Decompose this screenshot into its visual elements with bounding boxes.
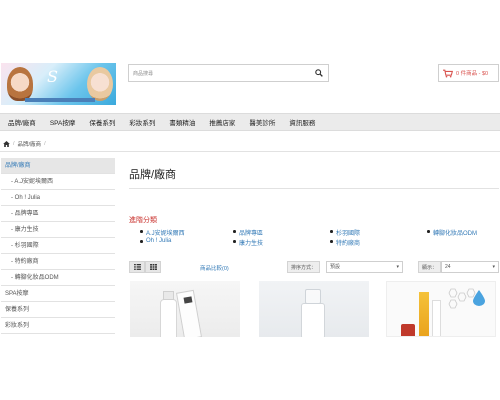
limit-value: 24 [445,264,451,270]
divider [129,188,499,189]
divider [0,151,500,152]
search-button[interactable] [310,65,328,81]
sort-label: 排序方式： [287,261,321,273]
water-drop-icon [473,290,485,306]
breadcrumb: / 品牌/廠商 / [0,138,500,150]
sidebar-item-partners[interactable]: - 特約廠商 [1,254,115,270]
product-bottle [160,299,177,337]
nav-item-books-oils[interactable]: 書類精油 [169,117,195,127]
grid-view-button[interactable] [145,261,161,273]
shopping-cart-icon [443,69,453,77]
cart-summary: 0 件商品 - $0 [456,71,489,77]
product-jar [401,324,415,336]
sidebar-item-makeup[interactable]: 彩妝系列 [1,318,115,334]
nav-item-recommended-stores[interactable]: 推薦店家 [209,117,235,127]
category-link-oh-julia[interactable]: Oh ! Julia [140,238,171,244]
breadcrumb-separator: / [44,141,46,147]
product-pump [305,289,321,304]
logo-mark: S [47,67,58,86]
sidebar-item-skincare[interactable]: 保養系列 [1,302,115,318]
sidebar-item-spa[interactable]: SPA按摩 [1,286,115,302]
site-logo[interactable]: S [1,63,116,105]
category-link-partners[interactable]: 特約廠商 [330,238,360,247]
list-view-button[interactable] [129,261,145,273]
product-bottle [432,300,441,336]
sidebar-item-oh-julia[interactable]: - Oh ! Julia [1,190,115,206]
list-icon [133,264,141,270]
nav-item-brands[interactable]: 品牌/廠商 [8,117,36,127]
nav-item-makeup[interactable]: 彩妝系列 [129,117,155,127]
product-image[interactable] [259,281,369,337]
category-link-aj[interactable]: A.J安妮埃爾西 [140,228,185,237]
category-link-odm[interactable]: 轉腳化妝品ODM [427,228,477,237]
sidebar-item-kangli[interactable]: - 康力生技 [1,222,115,238]
product-compare-link[interactable]: 商品比較(0) [200,264,229,272]
product-bottle [301,303,325,337]
category-link-kangli[interactable]: 康力生技 [233,238,263,247]
limit-label: 顯示： [418,261,442,273]
sidebar-item-shanyu[interactable]: - 杉羽國際 [1,238,115,254]
product-image[interactable] [386,281,496,337]
sort-value: 預設 [330,264,341,270]
nav-item-spa[interactable]: SPA按摩 [50,117,76,127]
nav-item-clinics[interactable]: 醫美診所 [249,117,275,127]
search-box [128,64,329,82]
main-nav: 品牌/廠商 SPA按摩 保養系列 彩妝系列 書類精油 推薦店家 醫美診所 資訊服… [0,113,500,131]
category-link-shanyu[interactable]: 杉羽國際 [330,228,360,237]
product-image[interactable] [130,281,240,337]
sidebar-item-aj[interactable]: - A.J安妮埃爾西 [1,174,115,190]
logo-strip [25,98,95,102]
cart-button[interactable]: 0 件商品 - $0 [438,64,499,82]
nav-item-skincare[interactable]: 保養系列 [89,117,115,127]
model-face-right [87,67,113,101]
page-title: 品牌/廠商 [129,169,177,181]
chevron-down-icon: ▾ [396,264,399,270]
sort-select[interactable]: 預設 ▾ [326,261,403,273]
home-icon[interactable] [3,141,10,147]
limit-select[interactable]: 24 ▾ [441,261,499,273]
sidebar: 品牌/廠商 - A.J安妮埃爾西 - Oh ! Julia - 品牌專區 - 康… [1,158,115,334]
product-bottle [419,292,429,336]
advanced-category-heading: 進階分類 [129,217,157,224]
product-pump [163,291,174,300]
chevron-down-icon: ▾ [492,264,495,270]
sidebar-item-brands[interactable]: 品牌/廠商 [1,158,115,174]
nav-item-info[interactable]: 資訊服務 [289,117,315,127]
search-input[interactable] [133,68,303,79]
grid-icon [149,264,157,270]
sidebar-item-odm[interactable]: - 轉腳化妝品ODM [1,270,115,286]
model-face-left [7,67,33,101]
breadcrumb-current[interactable]: 品牌/廠商 [18,140,42,148]
breadcrumb-separator: / [13,141,15,147]
search-icon [315,69,323,77]
category-link-brand-zone[interactable]: 品牌專區 [233,228,263,237]
sidebar-item-brand-zone[interactable]: - 品牌專區 [1,206,115,222]
